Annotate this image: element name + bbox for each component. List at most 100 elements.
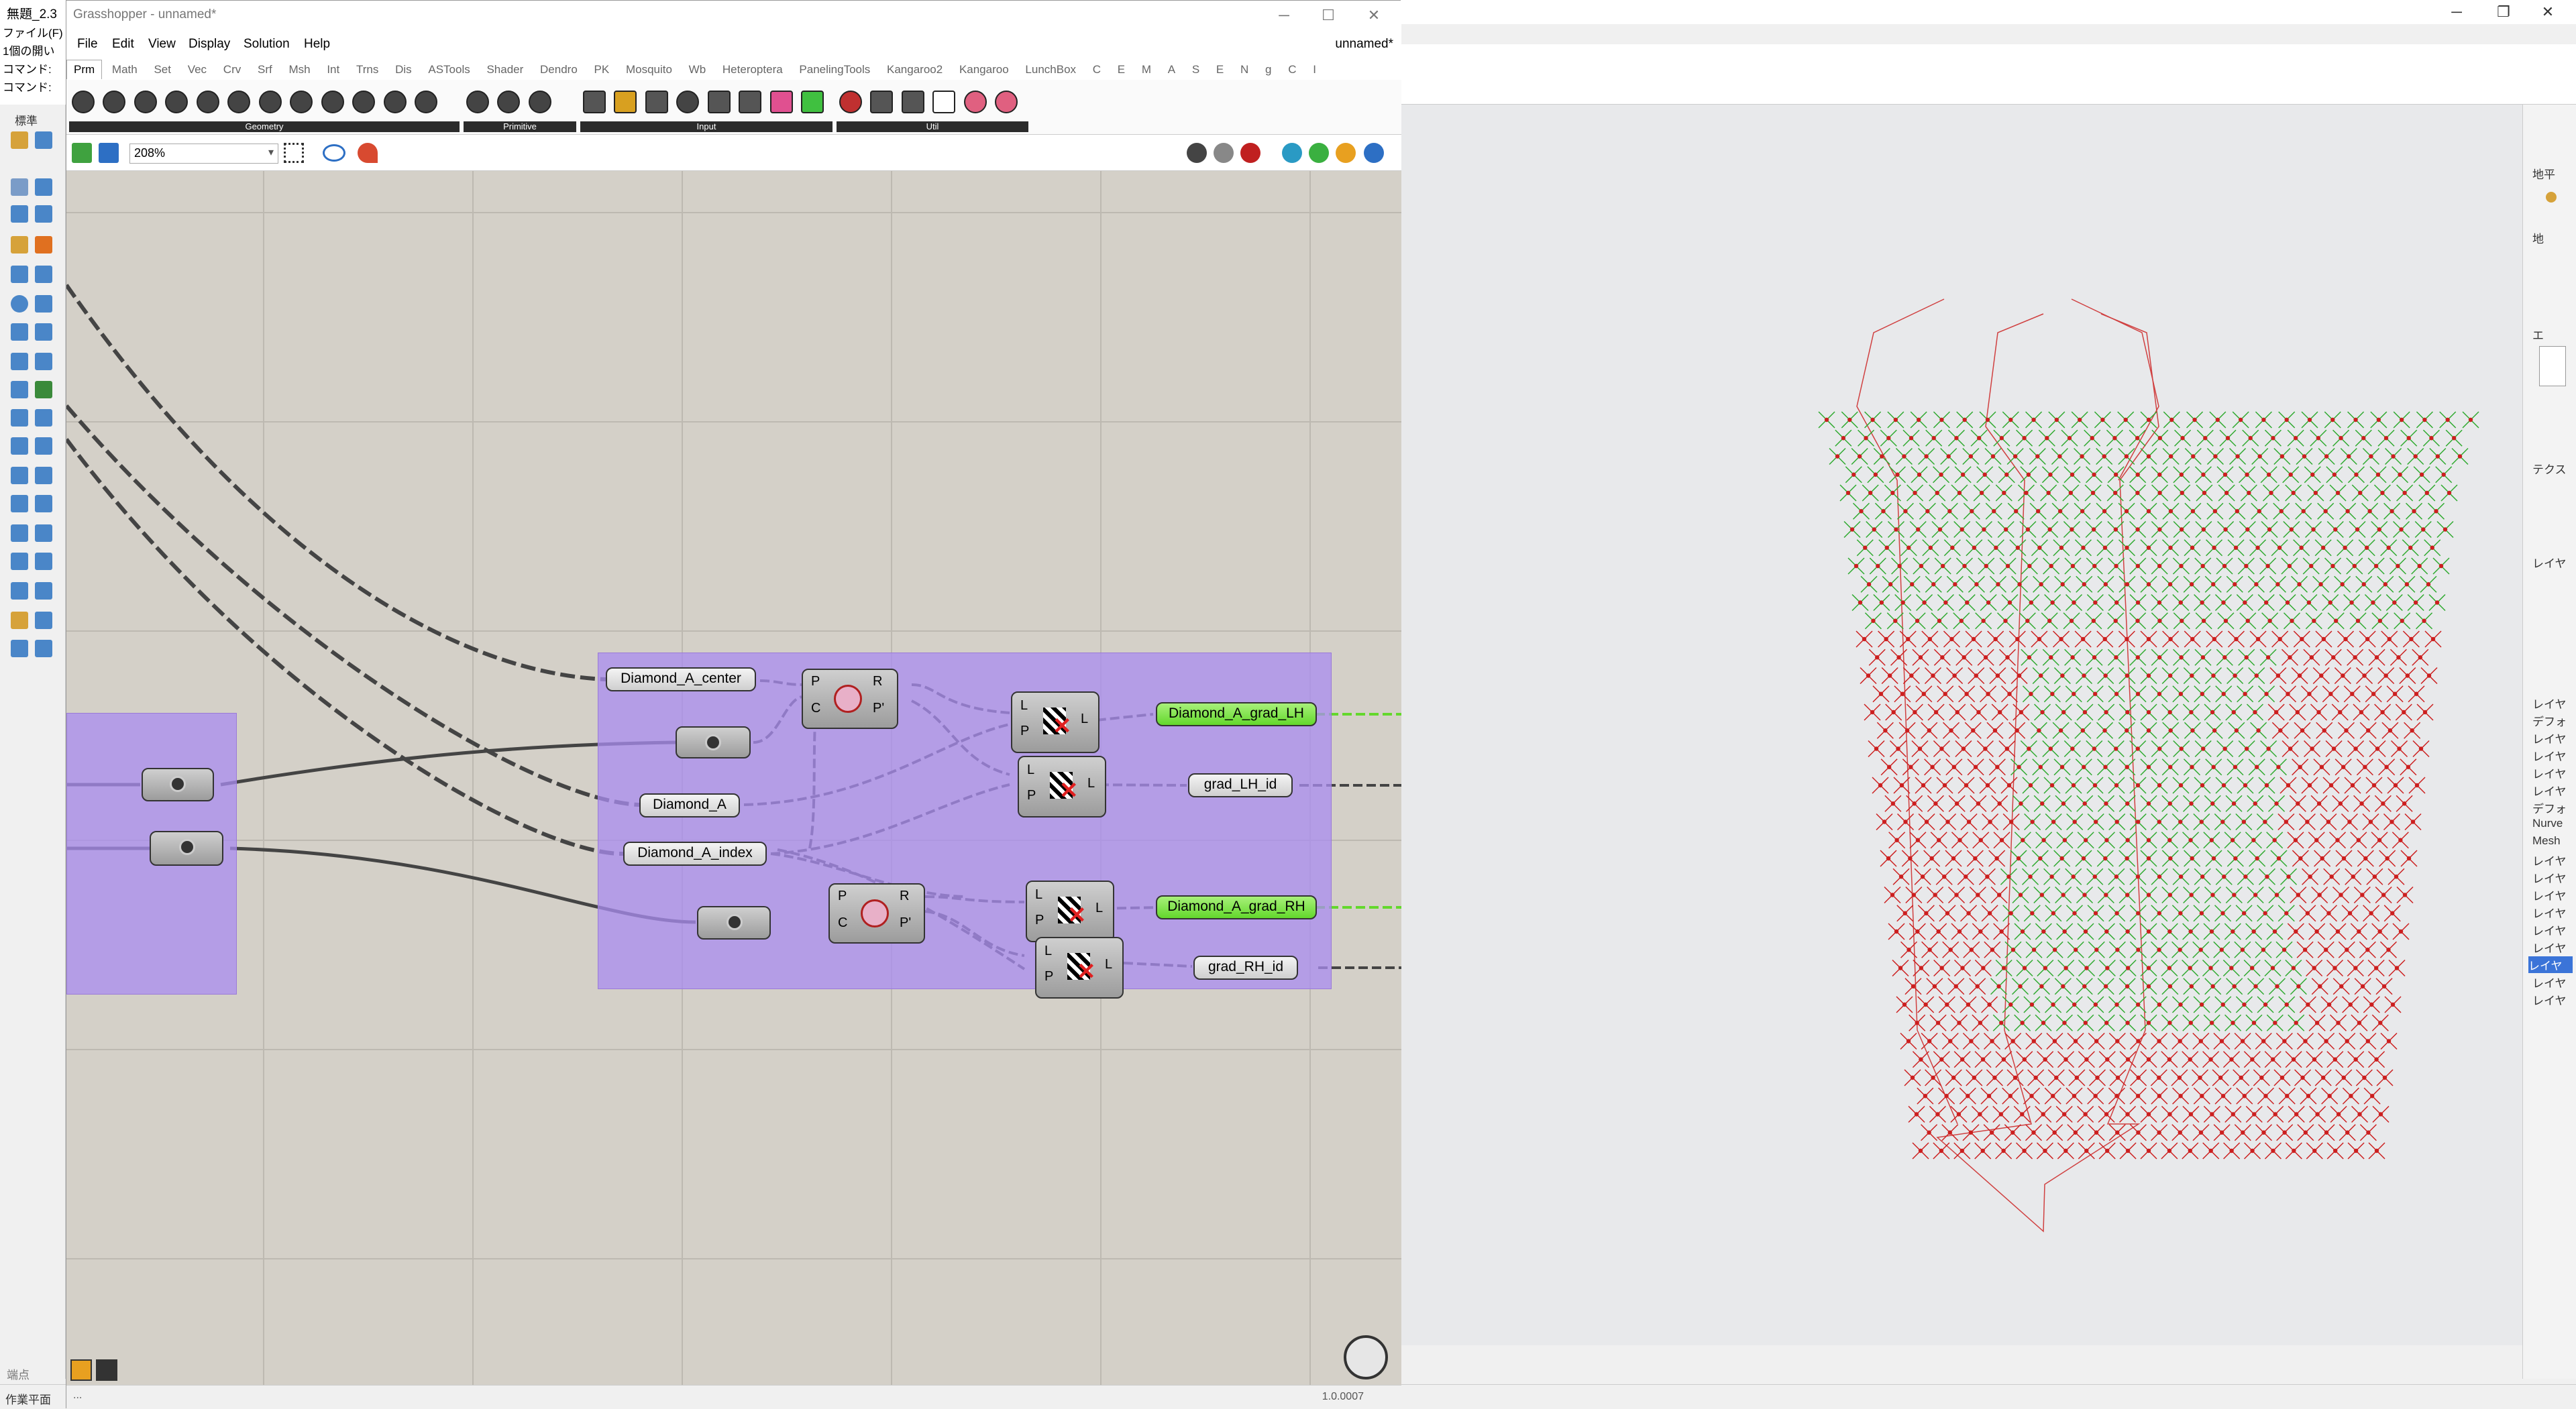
number-component[interactable] — [697, 906, 771, 940]
tab-pk[interactable]: PK — [588, 60, 616, 79]
tab-set[interactable]: Set — [147, 60, 178, 79]
layer-row[interactable]: レイヤ — [2532, 852, 2567, 868]
util-param-button[interactable] — [995, 91, 1018, 113]
tab-mosquito[interactable]: Mosquito — [619, 60, 679, 79]
tab-i[interactable]: I — [1306, 60, 1323, 79]
tool-icon[interactable] — [11, 640, 28, 657]
globe-icon[interactable] — [1364, 143, 1384, 163]
tool-icon[interactable] — [35, 467, 52, 484]
tab-dis[interactable]: Dis — [388, 60, 419, 79]
port-l-out[interactable]: L — [1095, 901, 1103, 916]
port-p[interactable]: P — [811, 674, 820, 689]
util-param-button[interactable] — [932, 91, 956, 113]
tab-prm[interactable]: Prm — [66, 60, 103, 79]
tool-icon[interactable] — [11, 266, 28, 283]
cull-pattern-component[interactable]: L P L ✕ — [1018, 756, 1106, 818]
layer-row[interactable]: レイヤ — [2532, 782, 2567, 799]
number-component[interactable] — [150, 831, 223, 866]
menu-display[interactable]: Display — [189, 37, 230, 52]
port-l-out[interactable]: L — [1087, 776, 1095, 791]
tab-s[interactable]: S — [1185, 60, 1206, 79]
tab-g[interactable]: g — [1258, 60, 1278, 79]
lightbulb-icon[interactable] — [2546, 192, 2557, 203]
close-icon[interactable]: ✕ — [2520, 0, 2576, 24]
display-icon[interactable] — [1309, 143, 1329, 163]
layer-row[interactable]: レイヤ — [2532, 765, 2567, 781]
preview-off-icon[interactable] — [1187, 143, 1207, 163]
tab-int[interactable]: Int — [320, 60, 346, 79]
port-p[interactable]: P — [1027, 788, 1036, 803]
geometry-param-button[interactable] — [227, 91, 251, 113]
tab-kangaroo2[interactable]: Kangaroo2 — [880, 60, 949, 79]
port-p[interactable]: P — [1035, 913, 1044, 928]
layer-row[interactable]: レイヤ — [2532, 695, 2567, 712]
layer-row[interactable]: レイヤ — [2532, 939, 2567, 956]
tool-icon[interactable] — [35, 582, 52, 600]
cull-pattern-component[interactable]: L P L ✕ — [1011, 691, 1099, 753]
port-l-out[interactable]: L — [1105, 957, 1112, 972]
tab-msh[interactable]: Msh — [282, 60, 317, 79]
tool-icon[interactable] — [35, 495, 52, 512]
tab-srf[interactable]: Srf — [251, 60, 279, 79]
tool-icon[interactable] — [35, 131, 52, 149]
port-p[interactable]: P — [838, 889, 847, 904]
tab-n[interactable]: N — [1234, 60, 1255, 79]
tool-icon[interactable] — [35, 323, 52, 341]
layer-row[interactable]: レイヤ — [2532, 974, 2567, 991]
tool-icon[interactable] — [11, 323, 28, 341]
tool-icon[interactable] — [11, 467, 28, 484]
preview-shaded-icon[interactable] — [1240, 143, 1260, 163]
layer-row[interactable]: デフォ — [2532, 799, 2567, 816]
tab-panelingtools[interactable]: PanelingTools — [792, 60, 877, 79]
zoom-extents-icon[interactable] — [284, 143, 304, 163]
tab-math[interactable]: Math — [105, 60, 144, 79]
tool-icon[interactable] — [35, 409, 52, 427]
layer-row[interactable]: レイヤ — [2532, 887, 2567, 903]
open-icon[interactable] — [72, 143, 92, 163]
tool-icon[interactable] — [35, 437, 52, 455]
dropdown-box[interactable] — [2539, 346, 2566, 386]
tool-icon[interactable] — [11, 612, 28, 629]
tool-icon[interactable] — [35, 353, 52, 370]
tab-c[interactable]: C — [1086, 60, 1108, 79]
port-pprime[interactable]: P' — [873, 701, 884, 716]
paint-component[interactable]: P C R P' — [828, 883, 925, 944]
tool-icon[interactable] — [35, 612, 52, 629]
port-c[interactable]: C — [838, 915, 847, 931]
layer-row[interactable]: レイヤ — [2532, 921, 2567, 938]
geometry-param-button[interactable] — [196, 91, 219, 113]
util-param-button[interactable] — [870, 91, 894, 113]
layer-row[interactable]: デフォ — [2532, 712, 2567, 729]
tab-vec[interactable]: Vec — [181, 60, 213, 79]
input-param-button[interactable] — [645, 91, 668, 113]
layer-row[interactable]: レイヤ — [2532, 991, 2567, 1008]
port-c[interactable]: C — [811, 701, 820, 716]
tool-icon[interactable] — [35, 236, 52, 253]
tab-heteroptera[interactable]: Heteroptera — [716, 60, 790, 79]
param-grad-rh-id[interactable]: grad_RH_id — [1193, 956, 1298, 980]
input-param-button[interactable] — [707, 91, 731, 113]
tool-icon[interactable] — [11, 582, 28, 600]
cull-pattern-component[interactable]: L P L ✕ — [1035, 937, 1124, 999]
tool-icon[interactable] — [35, 295, 52, 313]
save-icon[interactable] — [99, 143, 119, 163]
close-icon[interactable]: ✕ — [1350, 2, 1397, 29]
menu-help[interactable]: Help — [304, 37, 330, 52]
tab-m[interactable]: M — [1135, 60, 1158, 79]
menu-file[interactable]: File — [77, 37, 98, 52]
geometry-param-button[interactable] — [103, 91, 126, 113]
param-diamond-a-grad-rh[interactable]: Diamond_A_grad_RH — [1156, 895, 1317, 919]
tab-e2[interactable]: E — [1210, 60, 1230, 79]
geometry-param-button[interactable] — [352, 91, 376, 113]
tool-icon[interactable] — [11, 553, 28, 570]
primitive-param-button[interactable] — [528, 91, 551, 113]
paint-component[interactable]: P C R P' — [802, 669, 898, 729]
tool-icon[interactable] — [11, 437, 28, 455]
geometry-param-button[interactable] — [290, 91, 313, 113]
maximize-icon[interactable]: ☐ — [1305, 2, 1352, 29]
layer-row-selected[interactable]: レイヤ — [2528, 956, 2573, 973]
menu-view[interactable]: View — [148, 37, 176, 52]
util-param-button[interactable] — [839, 91, 862, 113]
snap-label[interactable]: 端点 — [7, 1365, 30, 1382]
input-param-button[interactable] — [676, 91, 700, 113]
